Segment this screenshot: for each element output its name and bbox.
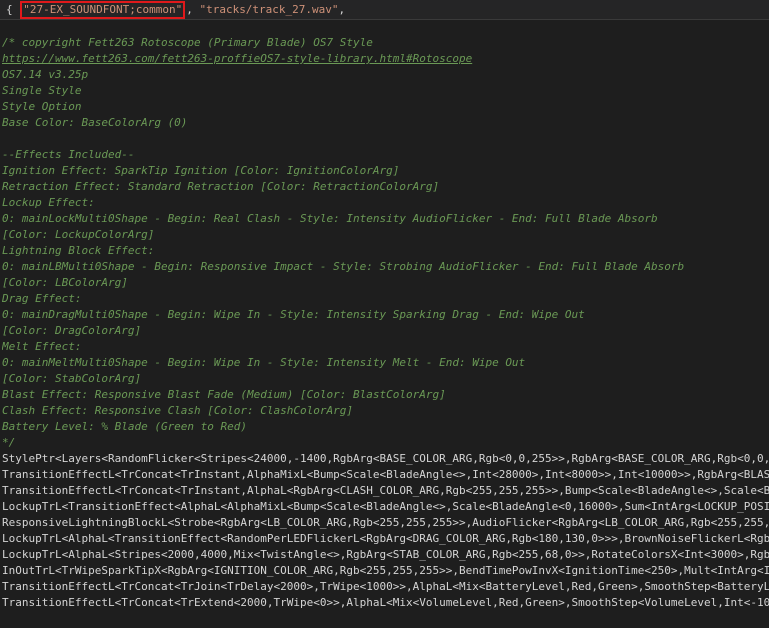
open-brace: { (6, 3, 20, 16)
code-editor[interactable]: { "27-EX_SOUNDFONT;common", "tracks/trac… (0, 0, 769, 628)
comment-line: Style Option (2, 100, 82, 113)
comment-line: */ (2, 436, 16, 449)
comment-line: Single Style (2, 84, 82, 97)
comment-line: Melt Effect: (2, 340, 82, 353)
code-line: TransitionEffectL<TrConcat<TrExtend<2000… (2, 596, 769, 609)
comment-line: Blast Effect: Responsive Blast Fade (Med… (2, 388, 446, 401)
code-line: InOutTrL<TrWipeSparkTipX<RgbArg<IGNITION… (2, 564, 769, 577)
code-body[interactable]: /* copyright Fett263 Rotoscope (Primary … (2, 35, 769, 611)
soundfont-string[interactable]: "27-EX_SOUNDFONT;common" (23, 3, 182, 16)
comment-line: /* copyright Fett263 Rotoscope (Primary … (2, 36, 373, 49)
comment-line: 0: mainLockMulti0Shape - Begin: Real Cla… (2, 212, 658, 225)
comment-line: OS7.14 v3.25p (2, 68, 89, 81)
code-line: ResponsiveLightningBlockL<Strobe<RgbArg<… (2, 516, 769, 529)
comment-line: Retraction Effect: Standard Retraction [… (2, 180, 440, 193)
comment-line: Lightning Block Effect: (2, 244, 155, 257)
comment-line: 0: mainMeltMulti0Shape - Begin: Wipe In … (2, 356, 526, 369)
comment-line: Clash Effect: Responsive Clash [Color: C… (2, 404, 353, 417)
comment-line: [Color: StabColorArg] (2, 372, 142, 385)
comment-line: Battery Level: % Blade (Green to Red) (2, 420, 248, 433)
comma: , (338, 3, 346, 16)
comment-line: Drag Effect: (2, 292, 82, 305)
code-line: LockupTrL<AlphaL<Stripes<2000,4000,Mix<T… (2, 548, 769, 561)
preset-entry-line[interactable]: { "27-EX_SOUNDFONT;common", "tracks/trac… (0, 0, 769, 20)
code-line: TransitionEffectL<TrConcat<TrJoin<TrDela… (2, 580, 769, 593)
highlighted-soundfont-string[interactable]: "27-EX_SOUNDFONT;common" (20, 1, 186, 19)
code-line: LockupTrL<TransitionEffect<AlphaL<AlphaM… (2, 500, 769, 513)
comment-line: Ignition Effect: SparkTip Ignition [Colo… (2, 164, 400, 177)
comment-line: --Effects Included-- (2, 148, 135, 161)
comment-line (2, 131, 769, 147)
comment-line: Lockup Effect: (2, 196, 95, 209)
comment-line: 0: mainDragMulti0Shape - Begin: Wipe In … (2, 308, 585, 321)
library-link[interactable]: https://www.fett263.com/fett263-proffieO… (2, 51, 769, 67)
code-line: LockupTrL<AlphaL<TransitionEffect<Random… (2, 532, 769, 545)
code-line: TransitionEffectL<TrConcat<TrInstant,Alp… (2, 468, 769, 481)
track-string[interactable]: "tracks/track_27.wav" (199, 3, 338, 16)
comment-line: 0: mainLBMulti0Shape - Begin: Responsive… (2, 260, 685, 273)
comment-line: [Color: DragColorArg] (2, 324, 142, 337)
code-line: TransitionEffectL<TrConcat<TrInstant,Alp… (2, 484, 769, 497)
comma: , (186, 3, 200, 16)
comment-line: [Color: LBColorArg] (2, 276, 128, 289)
comment-line: [Color: LockupColorArg] (2, 228, 155, 241)
code-line: StylePtr<Layers<RandomFlicker<Stripes<24… (2, 452, 769, 465)
comment-line: Base Color: BaseColorArg (0) (2, 116, 188, 129)
